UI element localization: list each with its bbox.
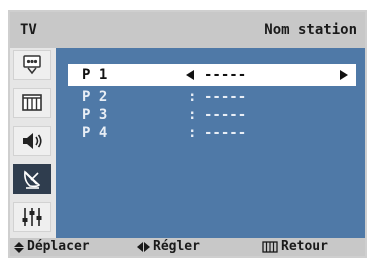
arrow-right-icon[interactable] [340,70,348,80]
sidebar-item-setup[interactable] [13,202,51,232]
separator: : [188,125,197,141]
page-title: Nom station [264,22,357,38]
menu-header: TV Nom station [10,12,365,48]
hint-move: Déplacer [14,238,90,256]
up-down-icon [14,241,24,253]
sidebar-item-sound[interactable] [13,126,51,156]
station-name: ----- [204,125,247,141]
hint-adjust: Régler [137,238,200,256]
hint-return-label: Retour [281,239,328,254]
input-icon [23,55,41,75]
channel-label: P 1 [82,67,108,83]
sidebar-item-input[interactable] [13,50,51,80]
menu-icon [262,241,278,253]
sound-icon [23,133,42,149]
sidebar-item-channel[interactable] [13,164,51,194]
picture-icon [22,94,42,111]
channel-label: P 4 [82,125,108,141]
source-label: TV [20,22,37,38]
list-item-p4[interactable]: P 4 : ----- [68,122,356,144]
sidebar-item-picture[interactable] [13,88,51,118]
osd-menu: TV Nom station P 1 ----- P 2: ----- P 3… [8,10,367,258]
menu-sidebar [10,48,56,238]
list-item-p1[interactable]: P 1 ----- [68,64,356,86]
menu-footer: Déplacer Régler Retour [10,238,365,256]
station-name: ----- [204,67,247,83]
hint-adjust-label: Régler [153,239,200,254]
setup-icon [22,208,42,226]
left-right-icon [137,242,150,252]
arrow-left-icon[interactable] [186,70,194,80]
channel-icon [24,170,41,189]
hint-move-label: Déplacer [27,239,90,254]
hint-return: Retour [262,238,328,256]
channel-list: P 1 ----- P 2 : ----- P 3 : ----- P 4 : … [56,48,365,238]
